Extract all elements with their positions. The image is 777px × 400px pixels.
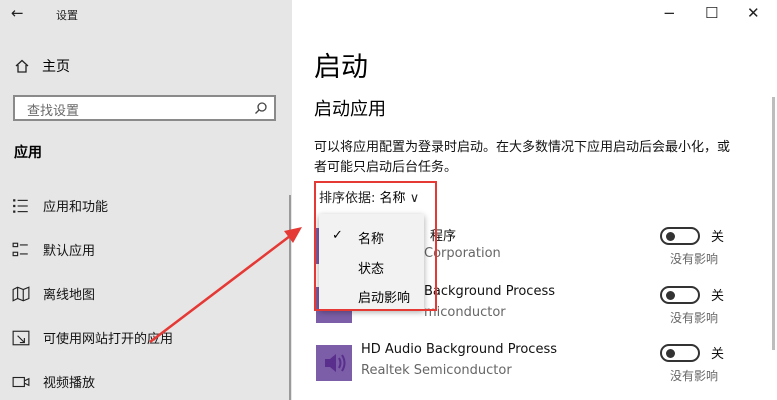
open-website-icon xyxy=(12,330,30,345)
settings-search-input[interactable]: 查找设置 xyxy=(13,95,276,121)
nav-home[interactable]: 主页 xyxy=(14,56,70,76)
sort-menu: ✓ 名称 状态 启动影响 xyxy=(319,214,424,310)
page-title: 启动 xyxy=(314,52,368,83)
video-icon xyxy=(12,376,30,387)
sidebar-item-label: 应用和功能 xyxy=(43,200,109,215)
toggle-state-label: 关 xyxy=(711,289,725,304)
sidebar-scrollbar[interactable] xyxy=(289,195,291,400)
startup-impact: 没有影响 xyxy=(670,252,719,266)
search-icon[interactable] xyxy=(254,101,268,115)
startup-description: 可以将应用配置为登录时启动。在大多数情况下应用启动后会最小化，或者可能只启动后台… xyxy=(314,140,731,175)
startup-impact: 没有影响 xyxy=(670,311,719,325)
section-subtitle: 启动应用 xyxy=(314,99,386,120)
app-publisher: miconductor xyxy=(424,305,506,320)
startup-toggle[interactable] xyxy=(660,286,700,304)
sidebar-item-label: 默认应用 xyxy=(43,244,96,259)
map-icon xyxy=(12,285,30,302)
sidebar-item-apps-for-websites[interactable]: 可使用网站打开的应用 xyxy=(12,328,173,347)
speaker-icon xyxy=(316,345,352,381)
home-icon xyxy=(15,59,29,73)
app-name: 程序 xyxy=(430,229,457,244)
list-icon xyxy=(13,198,28,213)
sidebar-item-apps-features[interactable]: 应用和功能 xyxy=(12,196,108,215)
app-publisher: Realtek Semiconductor xyxy=(361,363,512,378)
close-button[interactable]: ✕ xyxy=(747,4,760,22)
sidebar-item-label: 可使用网站打开的应用 xyxy=(43,332,174,347)
sort-option-label: 启动影响 xyxy=(358,291,411,306)
toggle-state-label: 关 xyxy=(711,347,725,362)
toggle-state-label: 关 xyxy=(711,230,725,245)
sort-option-impact[interactable]: 启动影响 xyxy=(319,281,424,309)
startup-app-row: HD Audio Background Process Realtek Semi… xyxy=(292,339,777,389)
minimize-button[interactable]: − xyxy=(663,4,676,22)
sidebar-item-offline-maps[interactable]: 离线地图 xyxy=(12,284,95,303)
app-name: Background Process xyxy=(424,284,556,299)
sidebar-item-video-playback[interactable]: 视频播放 xyxy=(12,372,95,391)
sort-dropdown[interactable]: 排序依据: 名称 ∨ xyxy=(319,187,419,206)
toggle-knob xyxy=(666,232,675,241)
sidebar-item-label: 离线地图 xyxy=(43,288,96,303)
sort-value: 名称 xyxy=(379,191,406,206)
checkmark-icon: ✓ xyxy=(332,228,343,243)
main-content: − ☐ ✕ 启动 启动应用 可以将应用配置为登录时启动。在大多数情况下应用启动后… xyxy=(292,0,777,400)
sort-option-label: 名称 xyxy=(358,232,385,247)
back-arrow-icon[interactable]: ← xyxy=(11,4,24,22)
app-name: HD Audio Background Process xyxy=(361,342,558,357)
sort-option-name[interactable]: ✓ 名称 xyxy=(319,222,424,250)
toggle-knob xyxy=(666,291,675,300)
startup-toggle[interactable] xyxy=(660,227,700,245)
sidebar-item-label: 视频播放 xyxy=(43,376,96,391)
toggle-knob xyxy=(666,349,675,358)
window-title: 设置 xyxy=(56,9,78,22)
settings-sidebar: ← 设置 主页 查找设置 应用 应用和功能 默认应用 离线地图 可使用网站打开的… xyxy=(0,0,292,400)
main-scrollbar[interactable] xyxy=(772,97,775,350)
startup-impact: 没有影响 xyxy=(670,369,719,383)
search-placeholder: 查找设置 xyxy=(27,104,80,119)
chevron-down-icon: ∨ xyxy=(409,191,420,206)
app-publisher: Corporation xyxy=(424,246,501,261)
sort-label: 排序依据: xyxy=(319,191,376,206)
maximize-button[interactable]: ☐ xyxy=(705,4,718,22)
startup-toggle[interactable] xyxy=(660,344,700,362)
default-apps-icon xyxy=(12,242,28,256)
sort-option-label: 状态 xyxy=(358,262,385,277)
sort-option-status[interactable]: 状态 xyxy=(319,252,424,280)
sidebar-item-default-apps[interactable]: 默认应用 xyxy=(12,240,95,259)
nav-home-label: 主页 xyxy=(42,59,70,75)
section-title-apps: 应用 xyxy=(14,145,42,161)
